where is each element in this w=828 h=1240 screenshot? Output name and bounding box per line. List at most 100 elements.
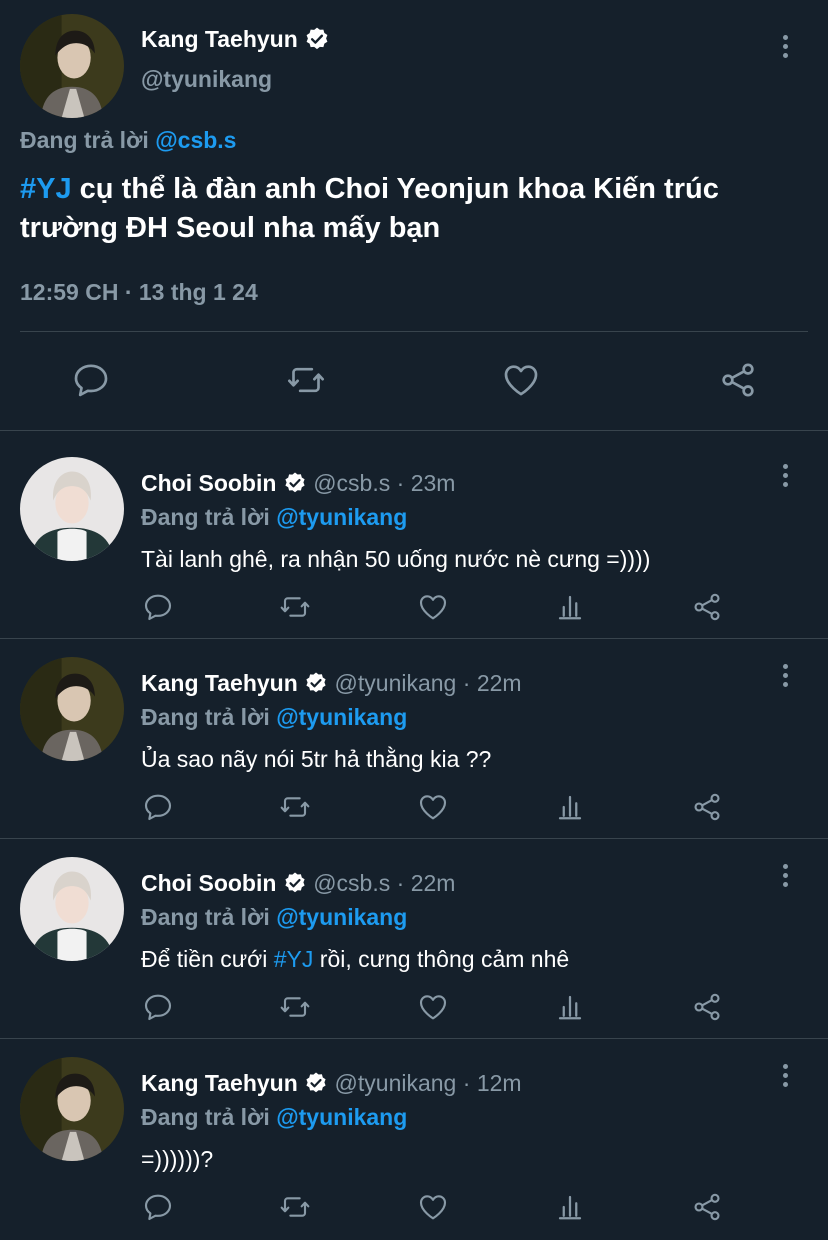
replying-to: Đang trả lời @tyunikang: [141, 704, 407, 731]
analytics-icon[interactable]: [555, 1191, 585, 1223]
reply-icon[interactable]: [142, 991, 174, 1023]
reply-header: Kang Taehyun @tyunikang · 12m: [141, 1070, 522, 1097]
more-options-icon[interactable]: [783, 35, 789, 62]
divider: [0, 638, 828, 639]
reply-icon[interactable]: [142, 1191, 174, 1223]
avatar[interactable]: [20, 1057, 124, 1161]
reply-text: Tài lanh ghê, ra nhận 50 uống nước nè cư…: [141, 546, 650, 573]
reply-body: Tài lanh ghê, ra nhận 50 uống nước nè cư…: [141, 546, 651, 572]
reply-body-rest: rồi, cưng thông cảm nhê: [313, 946, 570, 972]
retweet-icon[interactable]: [285, 360, 327, 400]
avatar[interactable]: [20, 857, 124, 961]
like-icon[interactable]: [417, 1191, 449, 1223]
replying-to-link[interactable]: @csb.s: [155, 127, 236, 153]
avatar[interactable]: [20, 457, 124, 561]
reply-body: Để tiền cưới: [141, 946, 274, 972]
analytics-icon[interactable]: [555, 991, 585, 1023]
replying-prefix: Đang trả lời: [141, 1104, 270, 1130]
reply-tweet[interactable]: Kang Taehyun @tyunikang · 12m Đang trả l…: [0, 1040, 828, 1240]
author-name-text: Kang Taehyun: [141, 26, 298, 52]
reply-icon[interactable]: [142, 791, 174, 823]
separator: ·: [390, 870, 411, 896]
reply-icon[interactable]: [142, 591, 174, 623]
reply-time[interactable]: 12m: [477, 1070, 522, 1096]
analytics-icon[interactable]: [555, 591, 585, 623]
verified-badge-icon: [304, 1071, 328, 1095]
more-options-icon[interactable]: [783, 1064, 789, 1091]
more-options-icon[interactable]: [783, 864, 789, 891]
reply-tweet[interactable]: Kang Taehyun @tyunikang · 22m Đang trả l…: [0, 640, 828, 840]
share-icon[interactable]: [691, 991, 723, 1023]
share-icon[interactable]: [691, 1191, 723, 1223]
replying-to-link[interactable]: @tyunikang: [276, 1104, 407, 1130]
author-handle[interactable]: @csb.s: [313, 870, 390, 896]
author-name[interactable]: Choi Soobin: [141, 470, 276, 496]
replying-prefix: Đang trả lời: [141, 504, 270, 530]
retweet-icon[interactable]: [278, 1191, 312, 1223]
replying-to-link[interactable]: @tyunikang: [276, 904, 407, 930]
replying-to: Đang trả lời @tyunikang: [141, 904, 407, 931]
avatar[interactable]: [20, 14, 124, 118]
reply-time[interactable]: 22m: [411, 870, 456, 896]
more-options-icon[interactable]: [783, 464, 789, 491]
divider: [0, 838, 828, 839]
share-icon[interactable]: [691, 791, 723, 823]
separator: ·: [390, 470, 411, 496]
divider: [0, 430, 828, 431]
reply-time[interactable]: 23m: [411, 470, 456, 496]
hashtag-link[interactable]: #YJ: [20, 173, 72, 205]
divider: [0, 1038, 828, 1039]
divider: [20, 331, 808, 332]
author-name[interactable]: Kang Taehyun: [141, 26, 330, 53]
reply-text: Để tiền cưới #YJ rồi, cưng thông cảm nhê: [141, 946, 569, 973]
reply-header: Choi Soobin @csb.s · 23m: [141, 470, 455, 497]
analytics-icon[interactable]: [555, 791, 585, 823]
reply-text: Ủa sao nãy nói 5tr hả thằng kia ??: [141, 746, 491, 773]
retweet-icon[interactable]: [278, 791, 312, 823]
reply-icon[interactable]: [71, 360, 111, 400]
author-name[interactable]: Choi Soobin: [141, 870, 276, 896]
reply-text: =))))))?: [141, 1146, 213, 1173]
replying-prefix: Đang trả lời: [141, 904, 270, 930]
separator: ·: [456, 1070, 477, 1096]
tweet-body: cụ thể là đàn anh Choi Yeonjun khoa Kiến…: [20, 173, 719, 244]
reply-tweet[interactable]: Choi Soobin @csb.s · 22m Đang trả lời @t…: [0, 840, 828, 1040]
like-icon[interactable]: [417, 791, 449, 823]
reply-time[interactable]: 22m: [477, 670, 522, 696]
reply-tweet[interactable]: Choi Soobin @csb.s · 23m Đang trả lời @t…: [0, 440, 828, 640]
author-handle[interactable]: @csb.s: [313, 470, 390, 496]
tweet-timestamp[interactable]: 12:59 CH · 13 thg 1 24: [20, 279, 258, 306]
author-name[interactable]: Kang Taehyun: [141, 670, 298, 696]
verified-badge-icon: [304, 26, 330, 52]
verified-badge-icon: [283, 871, 307, 895]
replying-to-link[interactable]: @tyunikang: [276, 704, 407, 730]
replying-prefix: Đang trả lời: [141, 704, 270, 730]
like-icon[interactable]: [417, 991, 449, 1023]
author-handle[interactable]: @tyunikang: [141, 66, 272, 93]
replying-to-link[interactable]: @tyunikang: [276, 504, 407, 530]
author-handle[interactable]: @tyunikang: [335, 670, 457, 696]
verified-badge-icon: [283, 471, 307, 495]
reply-header: Choi Soobin @csb.s · 22m: [141, 870, 455, 897]
share-icon[interactable]: [691, 591, 723, 623]
author-handle[interactable]: @tyunikang: [335, 1070, 457, 1096]
replying-to: Đang trả lời @tyunikang: [141, 1104, 407, 1131]
replying-prefix: Đang trả lời: [20, 127, 149, 153]
verified-badge-icon: [304, 671, 328, 695]
share-icon[interactable]: [718, 360, 758, 400]
replying-to: Đang trả lời @csb.s: [20, 127, 236, 154]
retweet-icon[interactable]: [278, 991, 312, 1023]
separator: ·: [456, 670, 477, 696]
hashtag-link[interactable]: #YJ: [274, 946, 314, 972]
avatar[interactable]: [20, 657, 124, 761]
reply-header: Kang Taehyun @tyunikang · 22m: [141, 670, 522, 697]
like-icon[interactable]: [501, 360, 541, 400]
more-options-icon[interactable]: [783, 664, 789, 691]
author-name[interactable]: Kang Taehyun: [141, 1070, 298, 1096]
replying-to: Đang trả lời @tyunikang: [141, 504, 407, 531]
retweet-icon[interactable]: [278, 591, 312, 623]
reply-body: =))))))?: [141, 1146, 214, 1172]
like-icon[interactable]: [417, 591, 449, 623]
reply-body: Ủa sao nãy nói 5tr hả thằng kia ??: [141, 746, 492, 772]
tweet-text: #YJ cụ thể là đàn anh Choi Yeonjun khoa …: [20, 170, 810, 248]
